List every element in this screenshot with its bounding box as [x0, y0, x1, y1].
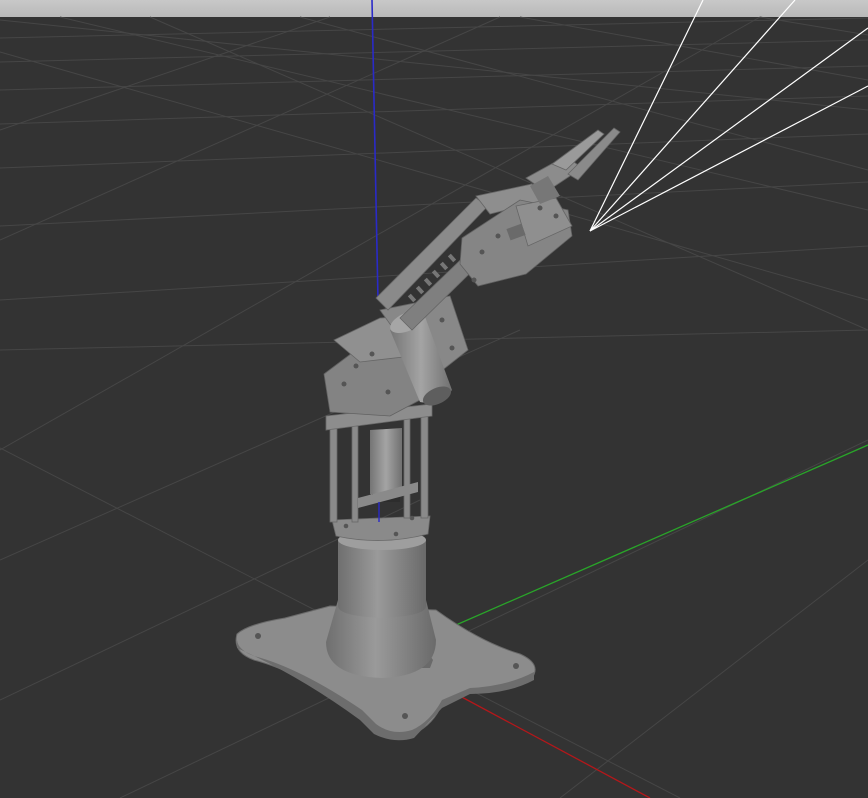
y-axis — [439, 444, 868, 633]
scene-canvas[interactable] — [0, 0, 868, 798]
3d-viewport[interactable] — [0, 0, 868, 798]
lower-motor — [370, 428, 402, 498]
base-column — [338, 540, 426, 618]
robot-arm[interactable] — [235, 127, 621, 741]
x-axis — [457, 694, 651, 798]
z-axis — [371, 0, 379, 301]
turntable-plate — [331, 515, 431, 541]
